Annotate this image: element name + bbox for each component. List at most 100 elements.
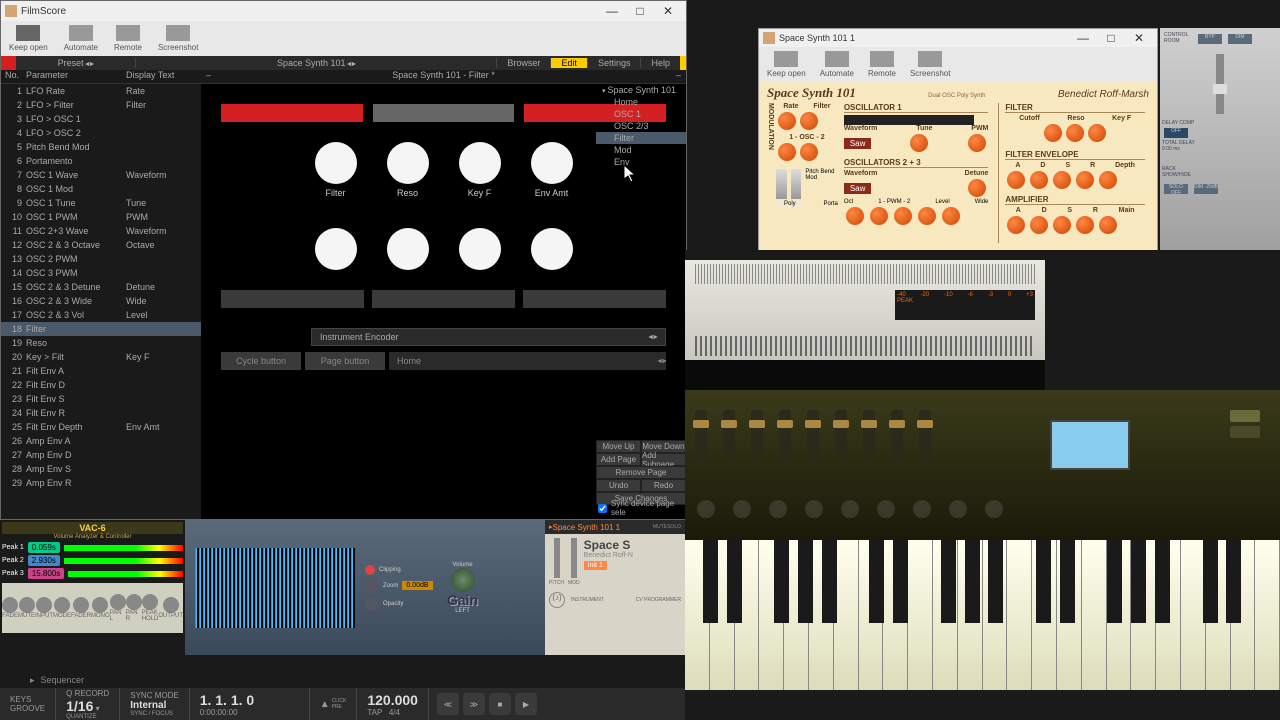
hw-fader-7[interactable] bbox=[863, 410, 875, 460]
automate-button[interactable]: Automate bbox=[64, 25, 98, 52]
mute-btn[interactable]: MUTE bbox=[653, 524, 667, 530]
param-row[interactable]: 8OSC 1 Mod bbox=[1, 182, 201, 196]
hw-fader-4[interactable] bbox=[779, 410, 791, 460]
hw-knob-4[interactable] bbox=[805, 500, 823, 518]
bar-2[interactable] bbox=[373, 104, 515, 122]
param-row[interactable]: 25Filt Env DepthEnv Amt bbox=[1, 420, 201, 434]
param-row[interactable]: 4LFO > OSC 2 bbox=[1, 126, 201, 140]
tree-item[interactable]: Mod bbox=[596, 144, 686, 156]
synth-minimize[interactable]: — bbox=[1069, 29, 1097, 47]
param-row[interactable]: 17OSC 2 & 3 VolLevel bbox=[1, 308, 201, 322]
osc1-wave-btn[interactable]: Saw bbox=[844, 138, 872, 149]
slot-3[interactable] bbox=[523, 290, 666, 308]
tempo-section[interactable]: 120.000 TAP 4/4 bbox=[357, 688, 429, 720]
param-row[interactable]: 24Filt Env R bbox=[1, 406, 201, 420]
preset-dropdown[interactable]: Preset bbox=[16, 58, 136, 68]
vac-knob[interactable] bbox=[36, 597, 52, 613]
editor-knob[interactable] bbox=[387, 142, 429, 184]
synth-maximize[interactable]: □ bbox=[1097, 29, 1125, 47]
quantize-section[interactable]: Q RECORD 1/16 ▾ QUANTIZE bbox=[56, 688, 120, 720]
off-button[interactable]: OFF bbox=[1164, 128, 1188, 138]
vac-knob[interactable] bbox=[19, 597, 35, 613]
zoom-knob[interactable] bbox=[365, 579, 379, 593]
vac-knob[interactable] bbox=[110, 594, 126, 610]
hw-knob-6[interactable] bbox=[877, 500, 895, 518]
tree-item[interactable]: Home bbox=[596, 96, 686, 108]
keep-open-button[interactable]: Keep open bbox=[9, 25, 48, 52]
help-button[interactable]: Help bbox=[640, 58, 680, 68]
amp-r[interactable] bbox=[1076, 216, 1094, 234]
synth-remote[interactable]: Remote bbox=[868, 51, 896, 78]
osc23-detune-knob[interactable] bbox=[968, 179, 986, 197]
action-add-page[interactable]: Add Page bbox=[596, 453, 641, 466]
param-row[interactable]: 14OSC 3 PWM bbox=[1, 266, 201, 280]
fe-a[interactable] bbox=[1007, 171, 1025, 189]
tree-item[interactable]: Env bbox=[596, 156, 686, 168]
play-button[interactable]: ▶ bbox=[515, 693, 537, 715]
sequencer-bar[interactable]: ▸Sequencer bbox=[0, 672, 685, 688]
settings-button[interactable]: Settings bbox=[587, 58, 641, 68]
black-key[interactable] bbox=[822, 540, 837, 623]
bar-1[interactable] bbox=[221, 104, 363, 122]
mod-wheel[interactable] bbox=[791, 169, 802, 199]
osc23-pwm2[interactable] bbox=[894, 207, 912, 225]
black-key[interactable] bbox=[1226, 540, 1241, 623]
page-button[interactable]: Page button bbox=[305, 352, 385, 370]
param-row[interactable]: 18Filter bbox=[1, 322, 201, 336]
vac-knob[interactable] bbox=[2, 597, 18, 613]
opacity-knob[interactable] bbox=[365, 597, 379, 611]
col-dash[interactable]: – bbox=[201, 70, 216, 83]
amp-a[interactable] bbox=[1007, 216, 1025, 234]
hw-knob-3[interactable] bbox=[769, 500, 787, 518]
sync-checkbox[interactable] bbox=[598, 504, 607, 513]
mod-osc1-knob[interactable] bbox=[778, 143, 796, 161]
param-row[interactable]: 10OSC 1 PWMPWM bbox=[1, 210, 201, 224]
param-row[interactable]: 7OSC 1 WaveWaveform bbox=[1, 168, 201, 182]
black-key[interactable] bbox=[1107, 540, 1122, 623]
black-key[interactable] bbox=[727, 540, 742, 623]
strip-fader-1[interactable] bbox=[554, 538, 560, 578]
pitch-wheel[interactable] bbox=[776, 169, 787, 199]
tuning-fork-icon[interactable]: (♪) bbox=[549, 592, 565, 608]
action-undo[interactable]: Undo bbox=[596, 479, 641, 492]
solo-off[interactable]: SOLO OFF bbox=[1164, 184, 1188, 194]
hw-fader-8[interactable] bbox=[891, 410, 903, 460]
param-row[interactable]: 23Filt Env S bbox=[1, 392, 201, 406]
vac-knob[interactable] bbox=[54, 597, 70, 613]
maximize-button[interactable]: □ bbox=[626, 2, 654, 20]
synth-close[interactable]: ✕ bbox=[1125, 29, 1153, 47]
vac-knob[interactable] bbox=[142, 594, 158, 610]
param-row[interactable]: 27Amp Env D bbox=[1, 448, 201, 462]
param-row[interactable]: 22Filt Env D bbox=[1, 378, 201, 392]
strip-fader-2[interactable] bbox=[571, 538, 577, 578]
osc1-tune-knob[interactable] bbox=[910, 134, 928, 152]
param-row[interactable]: 29Amp Env R bbox=[1, 476, 201, 490]
hw-knob-7[interactable] bbox=[913, 500, 931, 518]
filt-cutoff[interactable] bbox=[1044, 124, 1062, 142]
encoder-dropdown[interactable]: Instrument Encoder bbox=[311, 328, 666, 346]
hw-btn-1[interactable] bbox=[1230, 410, 1260, 422]
screenshot-button[interactable]: Screenshot bbox=[158, 25, 198, 52]
param-row[interactable]: 3LFO > OSC 1 bbox=[1, 112, 201, 126]
hw-fader-6[interactable] bbox=[835, 410, 847, 460]
vac-knob[interactable] bbox=[163, 597, 179, 613]
metronome-icon[interactable]: ▲ bbox=[320, 699, 330, 710]
action-move-up[interactable]: Move Up bbox=[596, 440, 641, 453]
black-key[interactable] bbox=[893, 540, 908, 623]
menu-indicator[interactable] bbox=[1, 56, 16, 70]
amp-main[interactable] bbox=[1099, 216, 1117, 234]
osc23-level[interactable] bbox=[918, 207, 936, 225]
remote-button[interactable]: Remote bbox=[114, 25, 142, 52]
piano-keyboard[interactable] bbox=[685, 540, 1280, 690]
filt-reso[interactable] bbox=[1066, 124, 1084, 142]
black-key[interactable] bbox=[798, 540, 813, 623]
home-dropdown[interactable]: Home bbox=[389, 352, 666, 370]
byp-button[interactable]: BYP bbox=[1198, 34, 1222, 44]
action-add-subpage[interactable]: Add Subpage bbox=[641, 453, 686, 466]
vac-knob[interactable] bbox=[126, 594, 142, 610]
param-row[interactable]: 9OSC 1 TuneTune bbox=[1, 196, 201, 210]
knob-empty-3[interactable] bbox=[459, 228, 501, 270]
fe-s[interactable] bbox=[1053, 171, 1071, 189]
param-row[interactable]: 11OSC 2+3 WaveWaveform bbox=[1, 224, 201, 238]
vac-knob[interactable] bbox=[73, 597, 89, 613]
